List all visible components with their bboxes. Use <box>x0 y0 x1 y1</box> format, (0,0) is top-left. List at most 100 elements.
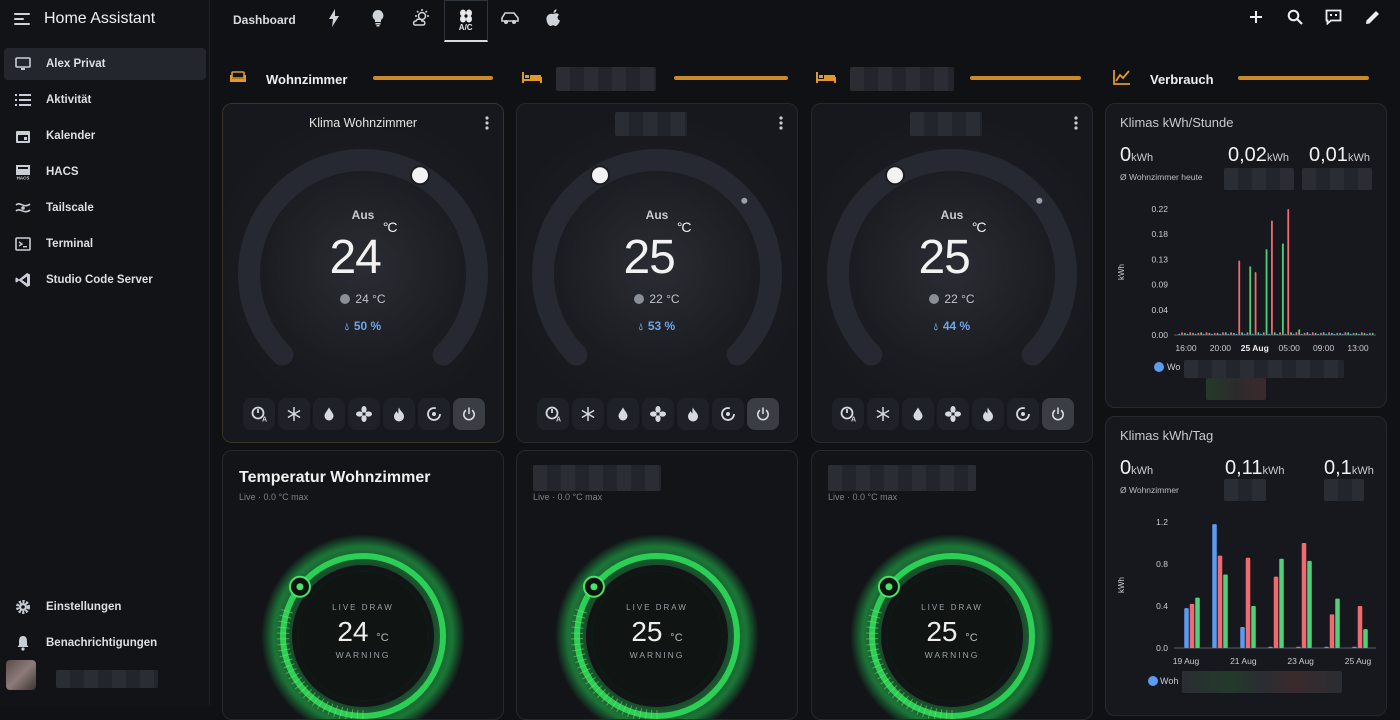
sidebar-item-tailscale[interactable]: Tailscale <box>4 192 206 224</box>
search-icon[interactable] <box>1275 9 1314 30</box>
mode-button[interactable]: A <box>243 398 275 430</box>
bar <box>1240 627 1245 648</box>
add-icon[interactable] <box>1236 9 1275 29</box>
temperature-card[interactable]: Live · 0.0 °C max LIVE DRAW 25 °C WARNIN… <box>811 450 1093 720</box>
calendar-icon <box>14 128 32 144</box>
climate-card[interactable]: Klima Wohnzimmer Aus 24°C 24 °C 💧︎50 % A <box>222 103 504 443</box>
climate-name-redacted <box>615 112 687 136</box>
hvac-state: Aus <box>812 208 1092 222</box>
mode-button[interactable] <box>348 398 380 430</box>
mode-button[interactable] <box>972 398 1004 430</box>
tab-energy[interactable] <box>312 0 356 40</box>
sidebar-item-studio-code-server[interactable]: Studio Code Server <box>4 264 206 296</box>
mode-button[interactable] <box>867 398 899 430</box>
mode-button[interactable] <box>747 398 779 430</box>
live-readout: LIVE DRAW 25 °C WARNING <box>517 603 797 660</box>
mode-button[interactable] <box>642 398 674 430</box>
mode-button[interactable] <box>1007 398 1039 430</box>
auto-mode-icon: A <box>840 406 856 422</box>
section-title: Verbrauch <box>1150 72 1214 87</box>
bar <box>1304 333 1306 335</box>
bar <box>1260 334 1262 335</box>
hourly-bar-chart: kWh0.220.180.130.090.040.0016:0020:0025 … <box>1116 199 1382 359</box>
bar <box>1203 334 1205 335</box>
value-room-2: 0,02kWh <box>1228 144 1289 167</box>
bed-icon <box>816 70 842 88</box>
water-drop-icon: 💧︎ <box>934 322 938 333</box>
bar <box>1195 598 1200 648</box>
sidebar-item-hacs[interactable]: HACS HACS <box>4 156 206 188</box>
edit-icon[interactable] <box>1353 9 1392 30</box>
more-options-icon[interactable] <box>779 116 783 132</box>
mode-button[interactable]: A <box>832 398 864 430</box>
more-options-icon[interactable] <box>485 116 489 132</box>
hvac-mode-bar: A <box>537 398 779 430</box>
temperature-card[interactable]: Live · 0.0 °C max LIVE DRAW 25 °C WARNIN… <box>516 450 798 720</box>
sidebar-item-einstellungen[interactable]: Einstellungen <box>4 591 206 623</box>
mode-button[interactable] <box>607 398 639 430</box>
chart-legend[interactable]: Wo <box>1154 362 1180 372</box>
bar <box>1279 559 1284 648</box>
bar <box>1363 629 1368 648</box>
more-options-icon[interactable] <box>1074 116 1078 132</box>
climate-card[interactable]: Aus 25°C 22 °C 💧︎53 % A <box>516 103 798 443</box>
mode-button[interactable] <box>278 398 310 430</box>
snowflake-icon <box>876 407 890 421</box>
sidebar-item-alex-privat[interactable]: Alex Privat <box>4 48 206 80</box>
fan-icon <box>650 406 666 422</box>
mode-button[interactable] <box>937 398 969 430</box>
mode-button[interactable] <box>383 398 415 430</box>
bar <box>1339 333 1341 335</box>
value-room-3: 0,1kWh <box>1324 457 1374 480</box>
app-title: Home Assistant <box>44 10 155 28</box>
bar <box>1355 333 1357 335</box>
mode-button[interactable] <box>677 398 709 430</box>
tab-lights[interactable] <box>356 0 400 40</box>
mode-button[interactable] <box>453 398 485 430</box>
sidebar-item-benachrichtigungen[interactable]: Benachrichtigungen <box>4 627 206 659</box>
tab-weather[interactable] <box>400 0 444 40</box>
sidebar-item-terminal[interactable]: Terminal <box>4 228 206 260</box>
value-room-3: 0,01kWh <box>1309 144 1370 167</box>
section-header-wohnzimmer: Wohnzimmer <box>228 66 347 92</box>
tab-car[interactable] <box>488 0 532 40</box>
dashboard-title[interactable]: Dashboard <box>233 13 296 27</box>
avatar[interactable] <box>6 660 36 690</box>
climate-name: Klima Wohnzimmer <box>223 116 503 130</box>
mode-button[interactable] <box>712 398 744 430</box>
bar <box>1290 332 1292 335</box>
mode-button[interactable] <box>418 398 450 430</box>
bar <box>1364 333 1366 335</box>
y-tick-label: 0.00 <box>1151 330 1168 340</box>
legend-dot <box>1148 676 1158 686</box>
mode-button[interactable] <box>313 398 345 430</box>
bar <box>1302 543 1307 648</box>
subtitle-redacted <box>1224 168 1294 190</box>
legend-redacted <box>1182 671 1342 693</box>
x-tick-label: 25 Aug <box>1241 343 1269 353</box>
bar <box>1241 332 1243 335</box>
tab-apple[interactable] <box>532 0 576 40</box>
svg-text:A: A <box>851 417 856 423</box>
bar <box>1306 332 1308 335</box>
assist-icon[interactable] <box>1314 9 1353 30</box>
chart-legend[interactable]: Woh <box>1148 676 1178 686</box>
menu-icon[interactable] <box>14 13 30 25</box>
thermometer-icon <box>634 294 644 304</box>
sidebar-item-aktivitaet[interactable]: Aktivität <box>4 84 206 116</box>
mode-button[interactable]: A <box>537 398 569 430</box>
mode-button[interactable] <box>902 398 934 430</box>
target-knob <box>886 166 904 184</box>
bar <box>1200 332 1202 335</box>
y-tick-label: 0.22 <box>1151 204 1168 214</box>
bar <box>1225 332 1227 335</box>
mode-button[interactable] <box>572 398 604 430</box>
temperature-card[interactable]: Temperatur Wohnzimmer Live · 0.0 °C max … <box>222 450 504 720</box>
bar <box>1212 524 1217 648</box>
climate-card[interactable]: Aus 25°C 22 °C 💧︎44 % A <box>811 103 1093 443</box>
mode-button[interactable] <box>1042 398 1074 430</box>
sidebar-item-kalender[interactable]: Kalender <box>4 120 206 152</box>
tab-ac[interactable]: A/C <box>444 0 488 42</box>
terminal-icon <box>14 236 32 252</box>
current-temperature: 24 °C <box>223 292 503 306</box>
